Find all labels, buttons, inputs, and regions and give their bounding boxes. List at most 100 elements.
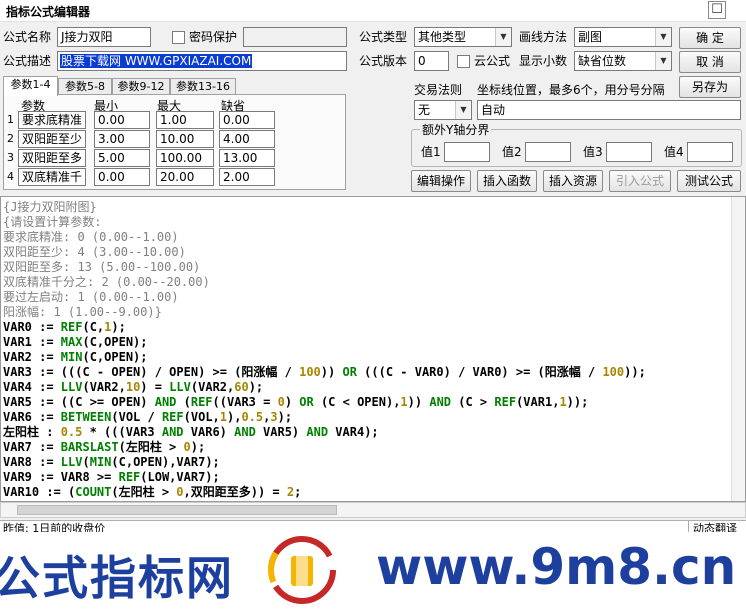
code-token: (C,OPEN),VAR7); [111,455,220,469]
code-line: VAR7 := BARSLAST(左阳柱 > 0); [3,440,646,455]
code-token: AND [306,425,329,439]
code-token: LLV [60,455,83,469]
code-token: 0 [176,485,184,499]
param-def-input[interactable]: 13.00 [219,149,275,167]
insert-function-button[interactable]: 插入函数 [477,170,537,192]
y-value-3-input[interactable] [606,142,652,162]
code-token: VAR7 := [3,440,61,454]
param-name-input[interactable]: 双阳距至少 [18,130,86,148]
code-token: 双底精准千分之: 2 (0.00--20.00) [3,275,210,289]
formula-desc-input[interactable]: 股票下载网 WWW.GPXIAZAI.COM [57,51,347,71]
param-min-input[interactable]: 3.00 [94,130,150,148]
code-line: 阳涨幅: 1 (1.00--9.00)} [3,305,646,320]
param-row-index: 4 [7,170,14,183]
y-value-2-input[interactable] [525,142,571,162]
y-value-4-input[interactable] [687,142,733,162]
param-max-input[interactable]: 100.00 [156,149,214,167]
code-line: {J接力双阳附图} [3,200,646,215]
formula-type-select[interactable]: 其他类型 ▼ [414,27,512,47]
version-input[interactable]: 0 [414,51,449,71]
param-max-input[interactable]: 20.00 [156,168,214,186]
password-checkbox[interactable] [172,31,185,44]
param-name-input[interactable]: 要求底精准 [18,111,86,129]
scrollbar-thumb[interactable] [17,505,337,515]
decimal-label: 显示小数 [519,54,568,68]
code-token: MIN [89,455,112,469]
code-line: VAR6 := BETWEEN(VOL / REF(VOL,1),0.5,3); [3,410,646,425]
param-def-input[interactable]: 4.00 [219,130,275,148]
param-def-input[interactable]: 2.00 [219,168,275,186]
watermark-right-text: www.9m8.cn [376,538,737,596]
code-token: )) [407,395,430,409]
version-label: 公式版本 [359,54,408,68]
cloud-checkbox[interactable] [457,55,470,68]
coord-input[interactable]: 自动 [477,100,741,120]
cancel-button[interactable]: 取 消 [679,51,741,73]
code-token: (C,OPEN); [82,335,148,349]
y-value-1-input[interactable] [444,142,490,162]
save-as-button[interactable]: 另存为 [679,76,741,98]
tab-params-1-4[interactable]: 参数1-4 [3,76,58,96]
code-token: (C < OPEN), [313,395,401,409]
decimal-select[interactable]: 缺省位数 ▼ [574,51,672,71]
edit-ops-button[interactable]: 编辑操作 [411,170,471,192]
code-token: VAR4 := [3,380,61,394]
code-token: 阳涨幅: 1 (1.00--9.00)} [3,305,162,319]
chevron-down-icon: ▼ [455,101,471,119]
param-def-input[interactable]: 0.00 [219,111,275,129]
test-formula-button[interactable]: 测试公式 [677,170,741,192]
import-formula-button[interactable]: 引入公式 [609,170,671,192]
code-line: VAR10 := (COUNT(左阳柱 > 0,双阳距至多)) = 2; [3,485,646,500]
code-token: 1 [559,395,567,409]
code-token: OR [342,365,357,379]
draw-method-select[interactable]: 副图 ▼ [574,27,672,47]
code-token: MAX [60,335,83,349]
code-token: REF [161,410,184,424]
y-value-4-label: 值4 [664,145,684,159]
code-token: COUNT [75,485,112,499]
code-token: )); [624,365,646,379]
password-input[interactable] [243,27,347,47]
code-token: (LOW,VAR7); [140,470,220,484]
param-max-input[interactable]: 10.00 [156,130,214,148]
code-line: VAR5 := ((C >= OPEN) AND (REF((VAR3 = 0)… [3,395,646,410]
code-line: VAR0 := REF(C,1); [3,320,646,335]
formula-name-input[interactable]: J接力双阳 [57,27,151,47]
maximize-button[interactable]: ☐ [708,1,726,19]
horizontal-scrollbar[interactable] [0,502,746,518]
code-token: (VAR2, [190,380,235,394]
code-editor[interactable]: {J接力双阳附图} {请设置计算参数: 要求底精准: 0 (0.00--1.00) 双… [0,196,746,502]
code-token: 要求底精准: 0 (0.00--1.00) [3,230,179,244]
code-line: 要过左启动: 1 (0.00--1.00) [3,290,646,305]
code-token: VAR9 := VAR8 >= [3,470,119,484]
desc-label: 公式描述 [3,54,52,68]
name-label: 公式名称 [3,30,52,44]
trade-rule-select[interactable]: 无 ▼ [414,100,472,120]
password-label: 密码保护 [189,30,238,44]
param-max-input[interactable]: 1.00 [156,111,214,129]
code-token: VAR6) [183,425,235,439]
code-token: LLV [169,380,191,394]
insert-resource-button[interactable]: 插入资源 [543,170,603,192]
draw-label: 画线方法 [519,30,568,44]
param-min-input[interactable]: 0.00 [94,111,150,129]
param-min-input[interactable]: 5.00 [94,149,150,167]
param-min-input[interactable]: 0.00 [94,168,150,186]
draw-method-value: 副图 [578,30,603,44]
code-token: AND [154,395,177,409]
code-line: VAR8 := LLV(MIN(C,OPEN),VAR7); [3,455,646,470]
param-name-input[interactable]: 双底精准千 [18,168,86,186]
param-name-input[interactable]: 双阳距至多 [18,149,86,167]
code-token: ( [176,395,191,409]
code-token: (VOL, [183,410,220,424]
vertical-scrollbar[interactable] [731,197,745,501]
code-token: ; [294,485,302,499]
watermark-banner: 公式指标网 www.9m8.cn [0,532,746,613]
ok-button[interactable]: 确 定 [679,27,741,49]
type-label: 公式类型 [359,30,408,44]
code-token: VAR3 := (((C - OPEN) / OPEN) >= (阳涨幅 / [3,365,300,379]
code-token: AND [161,425,184,439]
params-panel: 参数 最小 最大 缺省 1 要求底精准 0.00 1.00 0.00 2 双阳距至少 3.00… [3,94,346,190]
code-token: VAR5) [255,425,307,439]
code-token: VAR8 := [3,455,61,469]
